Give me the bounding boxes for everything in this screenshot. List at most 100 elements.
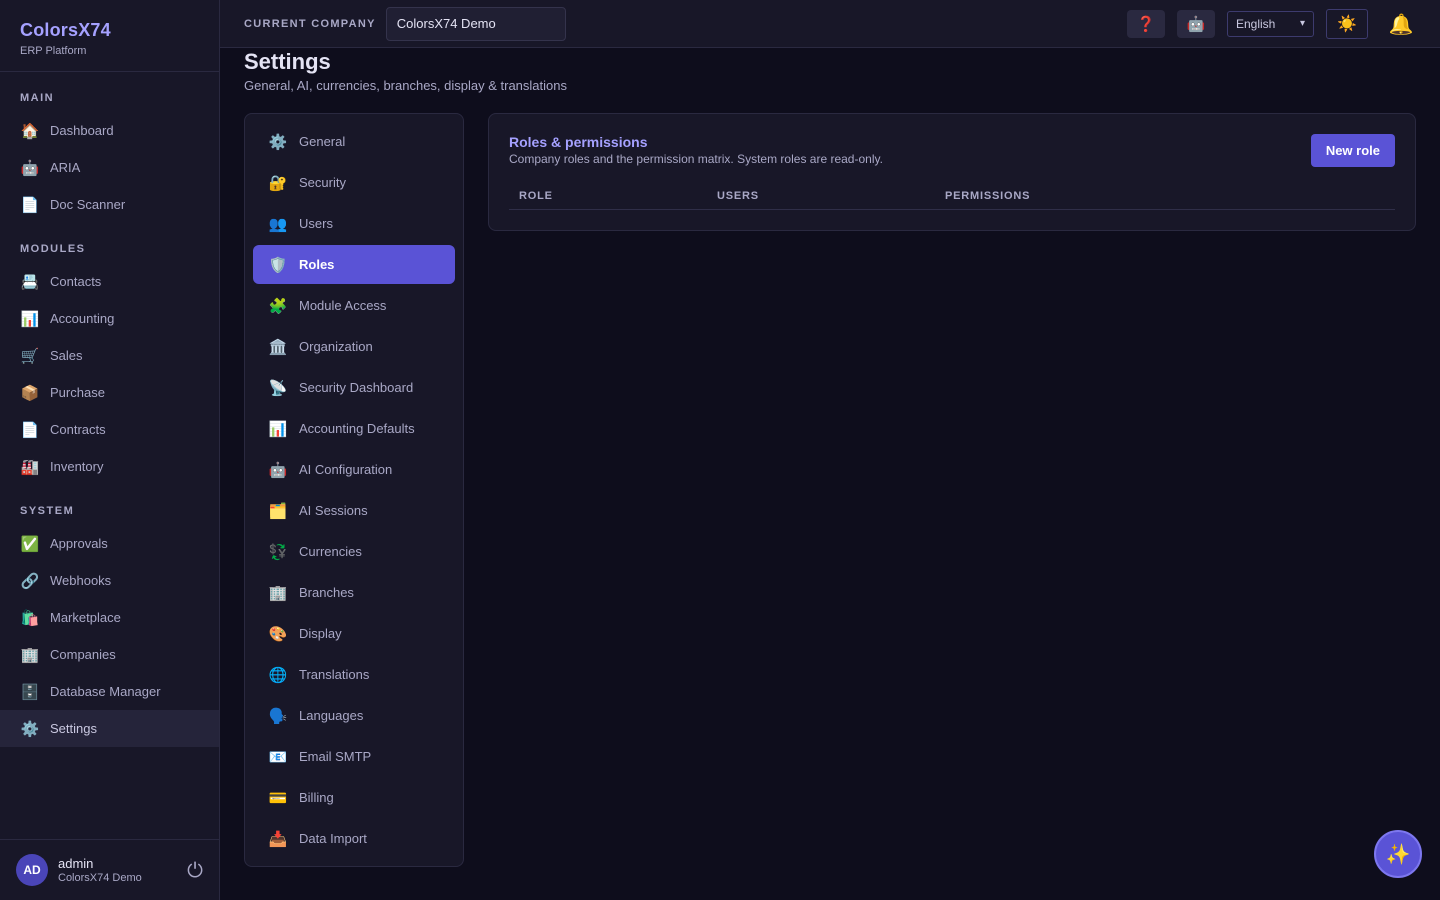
sidebar-item-accounting[interactable]: 📊 Accounting (0, 300, 219, 337)
roles-card-title: Roles & permissions (509, 134, 648, 150)
data-import-icon: 📥 (268, 829, 288, 848)
settings-nav-general[interactable]: ⚙️ General (253, 122, 455, 161)
settings-nav-label: Branches (299, 585, 354, 600)
sidebar-item-approvals[interactable]: ✅ Approvals (0, 525, 219, 562)
inventory-icon: 🏭 (20, 457, 40, 476)
sidebar-item-dashboard[interactable]: 🏠 Dashboard (0, 112, 219, 149)
settings-nav-roles[interactable]: 🛡️ Roles (253, 245, 455, 284)
sidebar-item-label: Approvals (50, 536, 108, 551)
sidebar-item-purchase[interactable]: 📦 Purchase (0, 374, 219, 411)
companies-icon: 🏢 (20, 645, 40, 664)
settings-nav-billing[interactable]: 💳 Billing (253, 778, 455, 817)
sidebar-item-contracts[interactable]: 📄 Contracts (0, 411, 219, 448)
brand-subtitle: ERP Platform (20, 45, 87, 57)
bell-icon[interactable]: 🔔 (1386, 12, 1416, 36)
doc-scanner-icon: 📄 (20, 195, 40, 214)
sales-icon: 🛒 (20, 346, 40, 365)
column-header-permissions[interactable]: PERMISSIONS (945, 190, 1030, 202)
settings-nav-languages[interactable]: 🗣️ Languages (253, 696, 455, 735)
settings-nav-label: Translations (299, 667, 370, 682)
settings-nav-ai-sessions[interactable]: 🗂️ AI Sessions (253, 491, 455, 530)
roles-card: Roles & permissions Company roles and th… (488, 113, 1416, 231)
settings-nav-currencies[interactable]: 💱 Currencies (253, 532, 455, 571)
sidebar-item-aria[interactable]: 🤖 ARIA (0, 149, 219, 186)
sidebar-item-settings[interactable]: ⚙️ Settings (0, 710, 219, 747)
settings-nav-label: General (299, 134, 346, 149)
purchase-icon: 📦 (20, 383, 40, 402)
chevron-down-icon: ▾ (1299, 18, 1305, 29)
translations-icon: 🌐 (268, 665, 288, 684)
sidebar-item-marketplace[interactable]: 🛍️ Marketplace (0, 599, 219, 636)
settings-nav-label: Languages (299, 708, 364, 723)
settings-nav: ⚙️ General 🔐 Security 👥 Users 🛡️ Roles 🧩 Module A… (244, 113, 464, 867)
roles-card-subtitle: Company roles and the permission matrix.… (509, 152, 883, 166)
roles-table-header: ROLE USERS PERMISSIONS (509, 188, 1395, 210)
security-dashboard-icon: 📡 (268, 378, 288, 397)
sidebar-section-label: MAIN (20, 92, 55, 104)
settings-nav-branches[interactable]: 🏢 Branches (253, 573, 455, 612)
help-button[interactable]: ❓ (1127, 9, 1165, 38)
sidebar-item-label: Contacts (50, 274, 102, 289)
users-icon: 👥 (268, 214, 288, 233)
column-header-users[interactable]: USERS (717, 190, 759, 202)
language-select[interactable]: English ▾ (1227, 10, 1314, 37)
settings-nav-translations[interactable]: 🌐 Translations (253, 655, 455, 694)
sidebar-item-label: Doc Scanner (50, 197, 126, 212)
settings-nav-users[interactable]: 👥 Users (253, 204, 455, 243)
sidebar-item-doc-scanner[interactable]: 📄 Doc Scanner (0, 186, 219, 223)
settings-nav-display[interactable]: 🎨 Display (253, 614, 455, 653)
theme-toggle-button[interactable]: ☀️ (1326, 8, 1368, 39)
sidebar-item-sales[interactable]: 🛒 Sales (0, 337, 219, 374)
settings-nav-organization[interactable]: 🏛️ Organization (253, 327, 455, 366)
sidebar-item-companies[interactable]: 🏢 Companies (0, 636, 219, 673)
settings-nav-accounting-defaults[interactable]: 📊 Accounting Defaults (253, 409, 455, 448)
sun-icon: ☀️ (1337, 14, 1357, 33)
new-role-button[interactable]: New role (1310, 134, 1395, 167)
assistant-button[interactable]: 🤖 (1177, 9, 1215, 38)
settings-nav-label: Data Import (299, 831, 367, 846)
settings-nav-label: Organization (299, 339, 373, 354)
settings-nav-email-smtp[interactable]: 📧 Email SMTP (253, 737, 455, 776)
contacts-icon: 📇 (20, 272, 40, 291)
currencies-icon: 💱 (268, 542, 288, 561)
settings-nav-data-import[interactable]: 📥 Data Import (253, 819, 455, 858)
general-icon: ⚙️ (268, 132, 288, 151)
language-value: English (1236, 16, 1276, 31)
sidebar-item-label: Database Manager (50, 684, 161, 699)
settings-nav-security[interactable]: 🔐 Security (253, 163, 455, 202)
avatar[interactable]: AD (16, 854, 48, 886)
email-smtp-icon: 📧 (268, 747, 288, 766)
settings-nav-security-dashboard[interactable]: 📡 Security Dashboard (253, 368, 455, 407)
roles-icon: 🛡️ (268, 255, 288, 274)
accounting-defaults-icon: 📊 (268, 419, 288, 438)
sidebar-item-label: Settings (50, 721, 97, 736)
settings-nav-module-access[interactable]: 🧩 Module Access (253, 286, 455, 325)
settings-nav-label: Billing (299, 790, 334, 805)
ai-assistant-fab[interactable]: ✨ (1374, 830, 1422, 878)
aria-icon: 🤖 (20, 158, 40, 177)
user-company: ColorsX74 Demo (58, 872, 142, 884)
company-select[interactable]: ColorsX74 Demo (385, 6, 566, 41)
sidebar-item-inventory[interactable]: 🏭 Inventory (0, 448, 219, 485)
settings-nav-label: Accounting Defaults (299, 421, 415, 436)
branches-icon: 🏢 (268, 583, 288, 602)
sidebar-item-label: Dashboard (50, 123, 114, 138)
sidebar-section-label: MODULES (20, 243, 86, 255)
sidebar-item-webhooks[interactable]: 🔗 Webhooks (0, 562, 219, 599)
settings-nav-ai-configuration[interactable]: 🤖 AI Configuration (253, 450, 455, 489)
sidebar-item-database-manager[interactable]: 🗄️ Database Manager (0, 673, 219, 710)
sidebar-item-contacts[interactable]: 📇 Contacts (0, 263, 219, 300)
user-name: admin (58, 856, 94, 871)
sidebar-item-label: Inventory (50, 459, 104, 474)
user-panel: AD admin ColorsX74 Demo ⏻ (0, 839, 219, 900)
ai-sessions-icon: 🗂️ (268, 501, 288, 520)
column-header-role[interactable]: ROLE (519, 190, 553, 202)
accounting-icon: 📊 (20, 309, 40, 328)
billing-icon: 💳 (268, 788, 288, 807)
brand: ColorsX74 ERP Platform (0, 0, 219, 72)
logout-icon[interactable]: ⏻ (187, 858, 203, 882)
settings-nav-label: Display (299, 626, 342, 641)
webhooks-icon: 🔗 (20, 571, 40, 590)
brand-title: ColorsX74 (20, 20, 111, 40)
sidebar-item-label: Sales (50, 348, 83, 363)
